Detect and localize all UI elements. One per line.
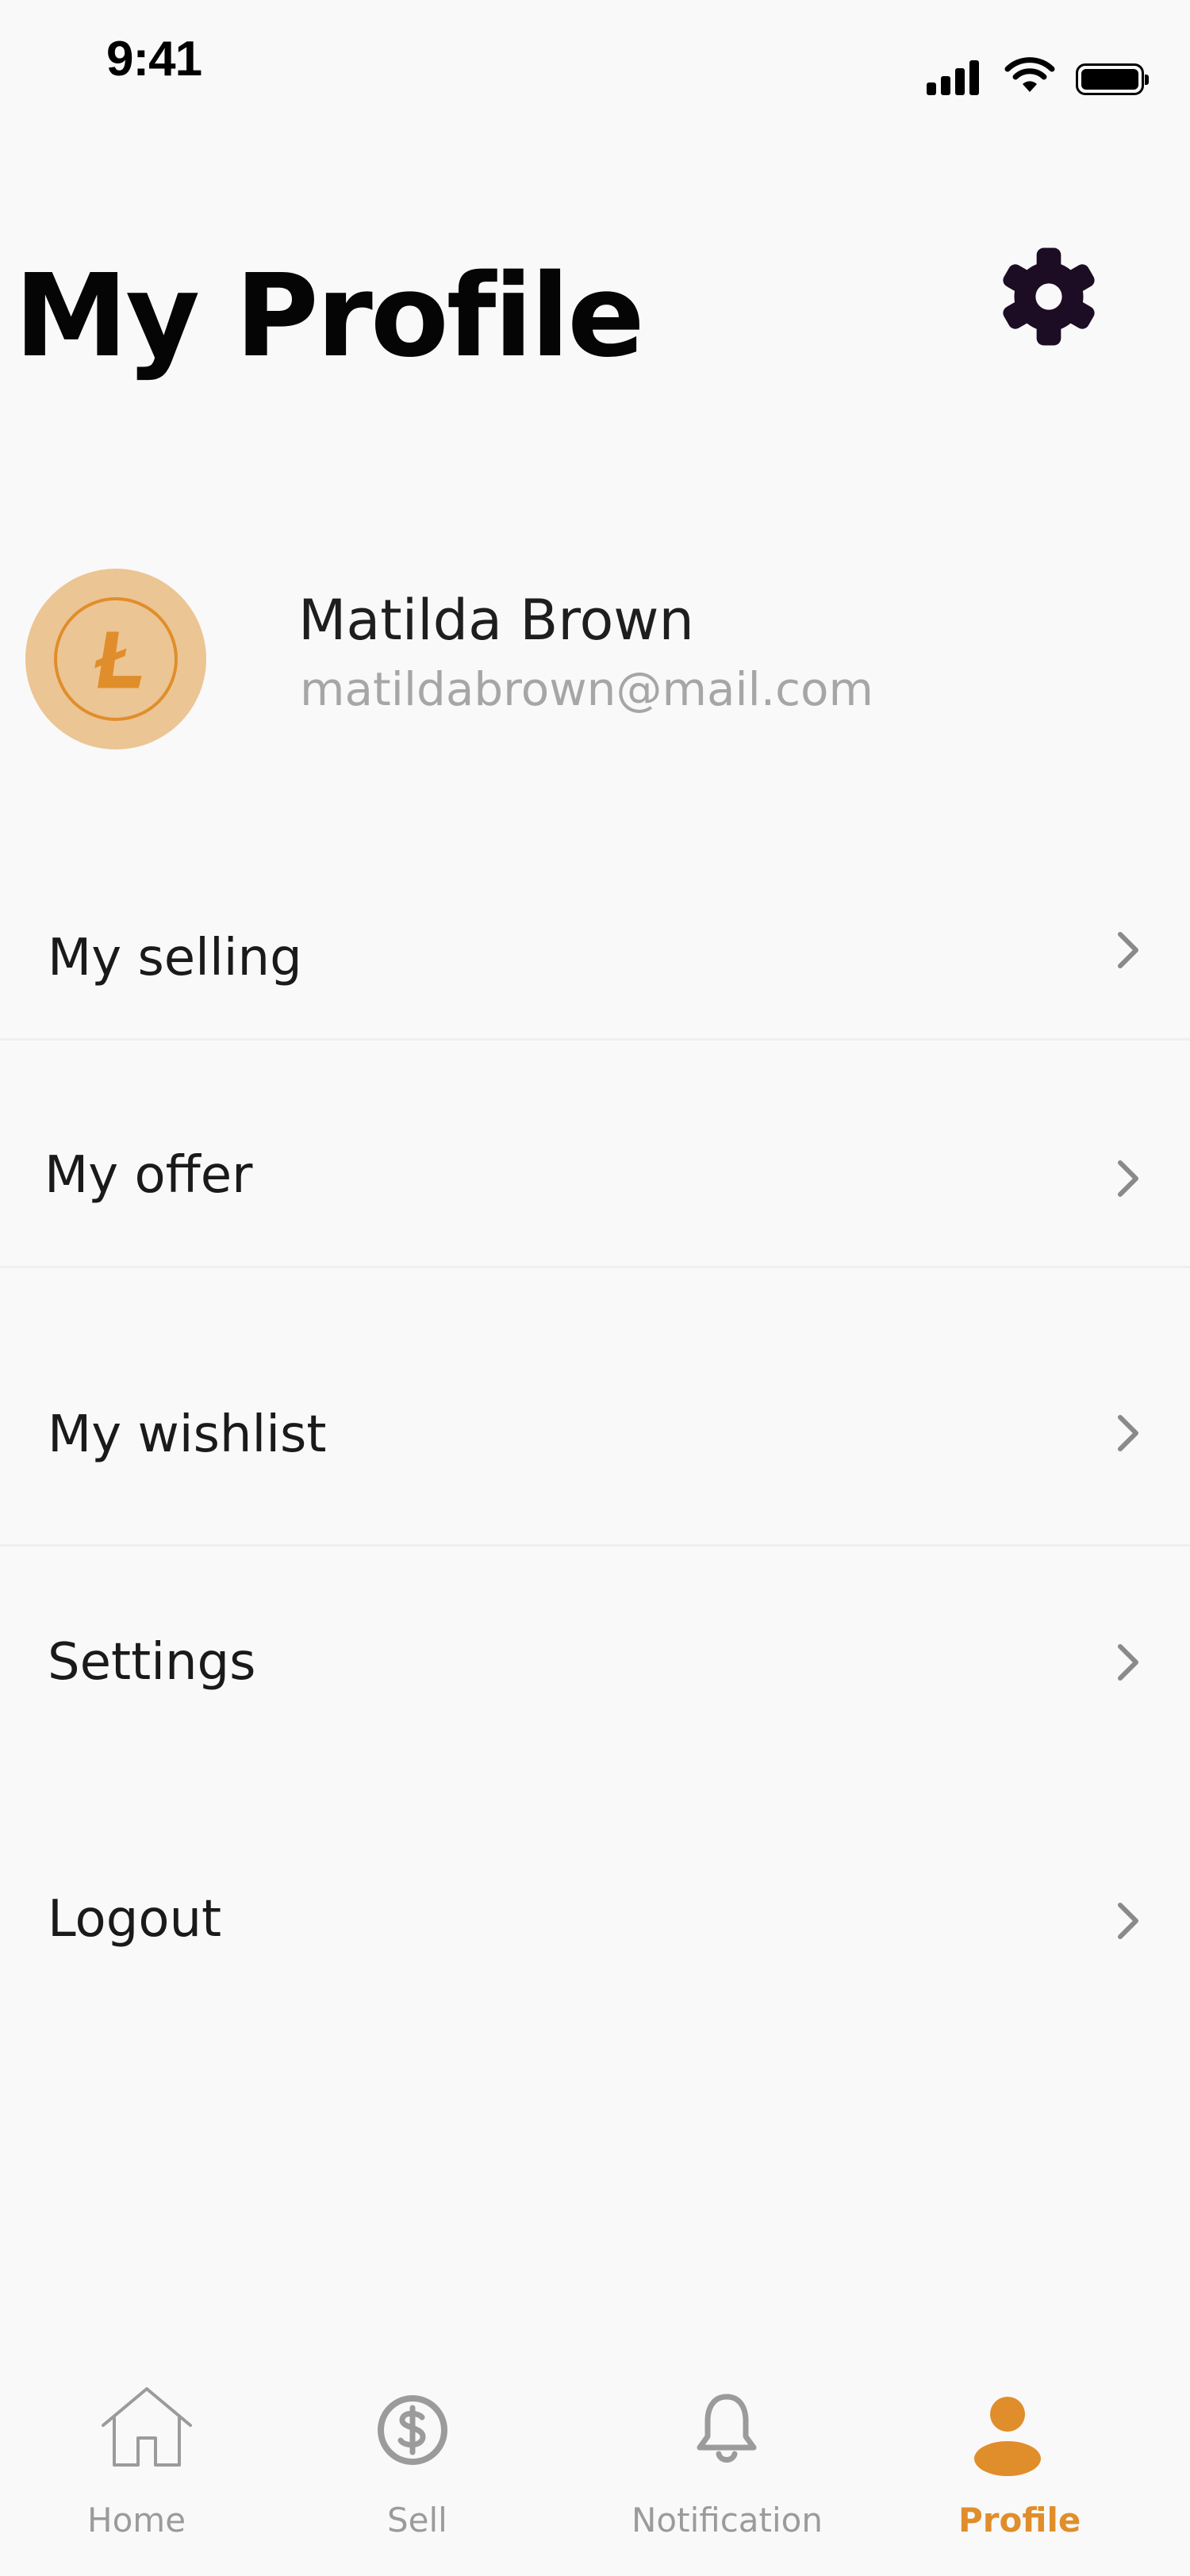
bottom-nav: Home Sell Notification Profile xyxy=(0,2348,1190,2576)
settings-gear-button[interactable] xyxy=(995,243,1103,351)
chevron-right-icon xyxy=(1118,932,1138,968)
menu-item-label: My selling xyxy=(48,929,302,987)
chevron-right-icon xyxy=(1118,1644,1138,1681)
litecoin-icon xyxy=(94,631,142,688)
chevron-right-icon xyxy=(1118,1160,1138,1197)
menu-item-label: My wishlist xyxy=(48,1405,327,1464)
gear-icon xyxy=(1003,247,1095,346)
menu-item-settings[interactable]: Settings xyxy=(0,1547,1190,1753)
nav-label: Home xyxy=(87,2501,186,2540)
status-icons xyxy=(927,48,1149,95)
nav-label: Sell xyxy=(387,2501,447,2540)
chevron-right-icon xyxy=(1118,1903,1138,1939)
nav-label: Profile xyxy=(958,2501,1081,2540)
menu-item-my-selling[interactable]: My selling xyxy=(0,872,1190,1039)
battery-icon xyxy=(1076,63,1149,95)
cellular-signal-icon xyxy=(927,57,984,95)
menu-item-my-wishlist[interactable]: My wishlist xyxy=(0,1268,1190,1546)
status-time: 9:41 xyxy=(106,32,202,86)
nav-item-profile[interactable]: Profile xyxy=(944,2348,1103,2576)
chevron-right-icon xyxy=(1118,1415,1138,1451)
avatar[interactable] xyxy=(25,569,206,749)
profile-screen: 9:41 My Profile Matilda Brown matildabro… xyxy=(0,0,1190,2576)
avatar-ring xyxy=(54,597,178,721)
user-name: Matilda Brown xyxy=(298,588,694,653)
nav-label: Notification xyxy=(631,2501,823,2540)
menu-item-label: My offer xyxy=(44,1146,253,1205)
nav-item-notification[interactable]: Notification xyxy=(619,2348,841,2576)
menu-item-label: Settings xyxy=(48,1633,256,1692)
page-title: My Profile xyxy=(14,249,645,382)
dollar-icon xyxy=(378,2395,447,2465)
menu-item-logout[interactable]: Logout xyxy=(0,1784,1190,2022)
wifi-icon xyxy=(1004,57,1055,92)
home-icon xyxy=(102,2387,192,2467)
user-email: matildabrown@mail.com xyxy=(300,662,874,716)
menu-item-label: Logout xyxy=(48,1890,222,1949)
bell-icon xyxy=(697,2394,757,2463)
nav-item-home[interactable]: Home xyxy=(63,2348,222,2576)
person-icon xyxy=(974,2397,1041,2476)
nav-item-sell[interactable]: Sell xyxy=(333,2348,492,2576)
menu-item-my-offer[interactable]: My offer xyxy=(0,1041,1190,1267)
